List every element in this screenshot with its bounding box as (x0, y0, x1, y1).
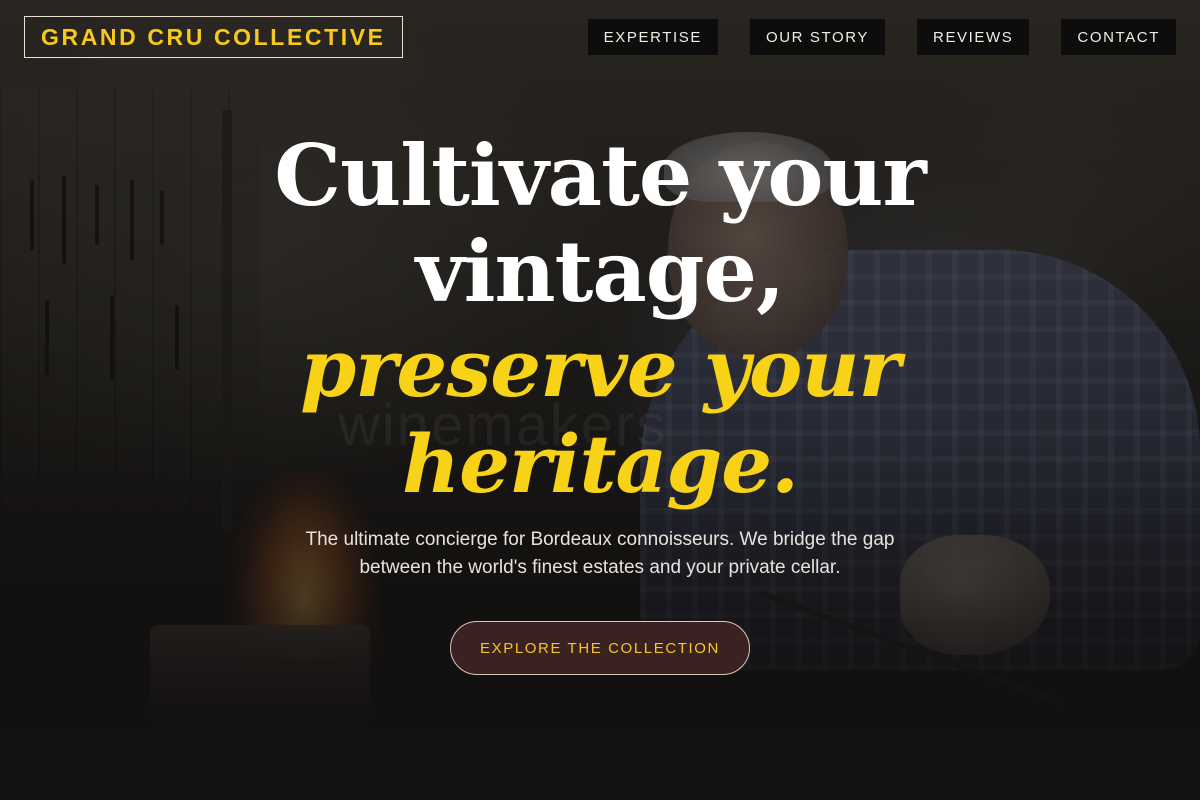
explore-collection-button[interactable]: EXPLORE THE COLLECTION (450, 621, 750, 675)
main-nav: EXPERTISE OUR STORY REVIEWS CONTACT (587, 19, 1176, 55)
subtitle-line-1: The ultimate concierge for Bordeaux conn… (305, 529, 895, 550)
headline-line-4: heritage. (401, 417, 799, 511)
nav-item-contact[interactable]: CONTACT (1061, 19, 1176, 55)
nav-item-our-story[interactable]: OUR STORY (749, 19, 886, 55)
nav-item-expertise[interactable]: EXPERTISE (587, 19, 718, 55)
brand-logo[interactable]: GRAND CRU COLLECTIVE (24, 16, 403, 58)
subtitle-line-2: between the world's finest estates and y… (359, 557, 841, 578)
headline-line-2: vintage, (415, 222, 785, 321)
headline-line-1: Cultivate your (274, 126, 926, 225)
hero-headline: Cultivate your vintage, preserve your he… (0, 128, 1200, 512)
nav-item-reviews[interactable]: REVIEWS (917, 19, 1030, 55)
hero-subtitle: The ultimate concierge for Bordeaux conn… (0, 526, 1200, 582)
headline-line-3: preserve your (300, 321, 900, 415)
